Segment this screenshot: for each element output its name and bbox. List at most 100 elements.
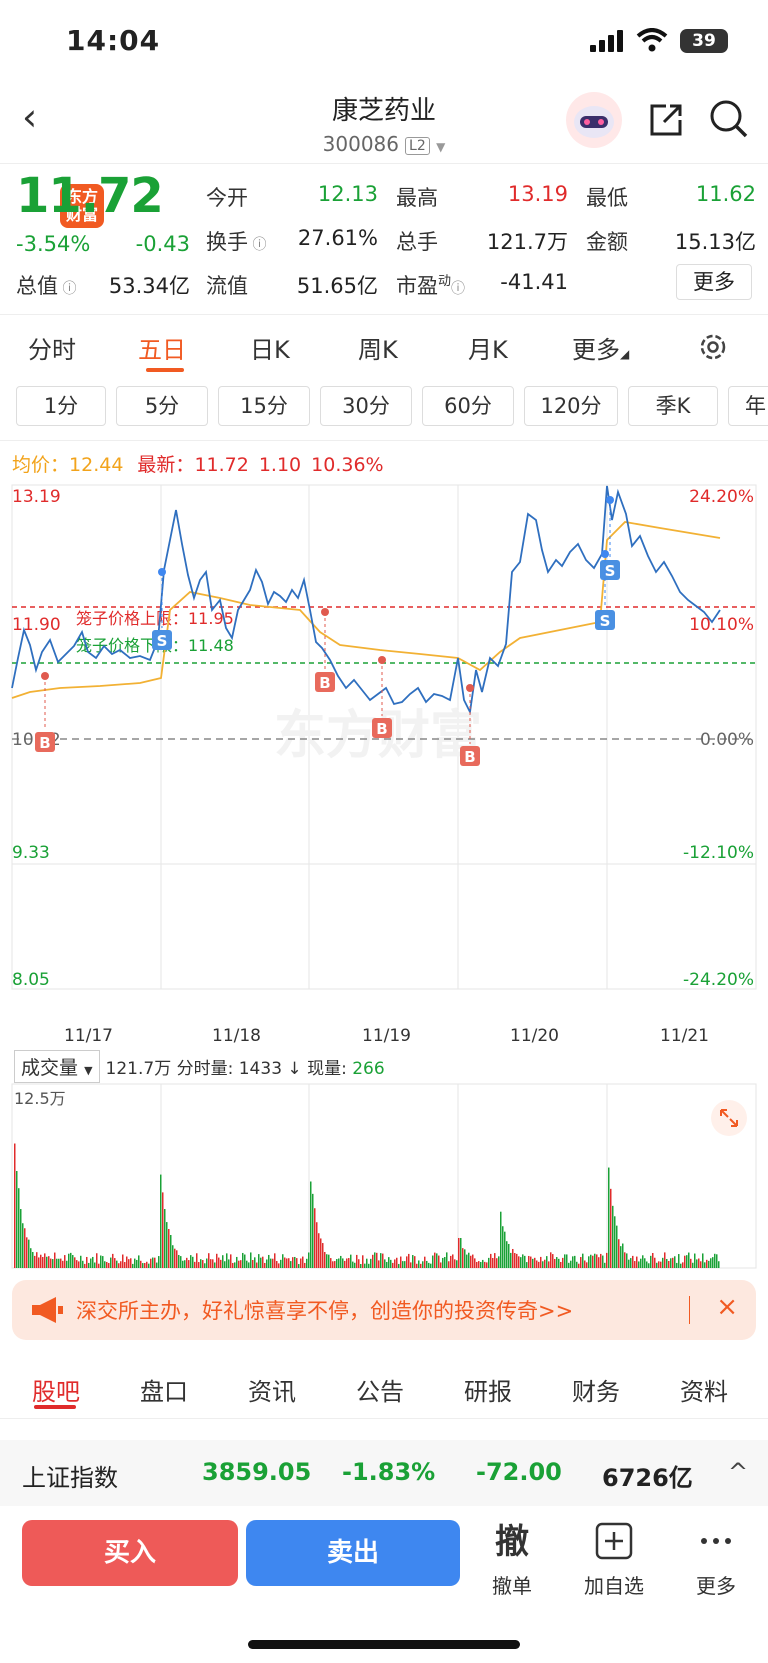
info-icon[interactable]: ⓘ [58,281,76,297]
volume-bar [296,1258,298,1268]
more-actions-button[interactable]: 更多 [676,1522,756,1599]
tab-guba[interactable]: 股吧 [32,1372,80,1407]
index-percent: -1.83% [342,1458,436,1486]
volume-bar [488,1257,490,1268]
more-quote-button[interactable]: 更多 [676,264,752,300]
volume-chart[interactable]: 12.5万 [0,1082,768,1270]
volume-gridlines [160,1084,608,1268]
volume-bar [414,1256,416,1268]
volume-bar [30,1248,32,1268]
close-icon[interactable]: × [716,1292,738,1322]
volume-bar [624,1252,626,1268]
info-icon[interactable]: ⓘ [248,237,266,253]
tab-weekly-k[interactable]: 周K [358,330,398,365]
volume-bar [510,1252,512,1268]
volume-bar [388,1257,390,1268]
volume-bar [406,1256,408,1268]
volume-bar [326,1254,328,1268]
market-cap-value: 53.34亿 [108,274,190,298]
tab-announcements[interactable]: 公告 [356,1372,404,1407]
volume-bar [54,1252,56,1268]
buy-button[interactable]: 买入 [22,1520,238,1586]
volume-bar [244,1254,246,1268]
volume-bar [92,1256,94,1268]
add-watchlist-button[interactable]: 加自选 [574,1522,654,1599]
float-cap-value: 51.65亿 [296,274,378,298]
volume-bar [356,1254,358,1268]
five-day-price-chart[interactable]: 东方财富 笼子价格上限：11.95 笼子价格下限：11.48 13.19 11.… [0,480,768,1020]
volume-bar [556,1257,558,1268]
volume-bar [494,1253,496,1268]
volume-bar [392,1262,394,1268]
volume-bar [642,1255,644,1268]
volume-bar [210,1259,212,1268]
volume-bar [330,1258,332,1268]
interval-5min[interactable]: 5分 [116,386,208,426]
tab-more[interactable]: 更多◢ [572,330,629,365]
volume-bar [322,1243,324,1268]
volume-bar [200,1259,202,1268]
volume-bar [524,1255,526,1268]
volume-bar [464,1249,466,1268]
volume-bar [648,1263,650,1268]
tab-finance[interactable]: 财务 [572,1372,620,1407]
info-icon[interactable]: ⓘ [451,281,465,297]
pe-superscript: 动 [438,274,452,289]
market-cap-label-text: 总值 [16,274,58,298]
interval-60min[interactable]: 60分 [422,386,514,426]
tab-news[interactable]: 资讯 [248,1372,296,1407]
volume-bar [148,1263,150,1268]
volume-bar [28,1239,30,1268]
more-actions-label: 更多 [696,1574,736,1598]
tab-intraday[interactable]: 分时 [28,330,76,365]
interval-year-k[interactable]: 年 [728,386,768,426]
volume-bar [212,1259,214,1268]
volume-bar [478,1261,480,1268]
volume-bar [276,1261,278,1268]
interval-15min[interactable]: 15分 [218,386,310,426]
tab-five-day[interactable]: 五日 [138,330,186,365]
volume-bar [640,1258,642,1268]
volume-bar [566,1254,568,1268]
volume-bar [202,1260,204,1268]
promo-banner[interactable]: 深交所主办，好礼惊喜享不停，创造你的投资传奇>> × [12,1280,756,1340]
volume-bar [74,1257,76,1268]
status-time: 14:04 [66,24,161,57]
volume-frame [11,1083,757,1269]
volume-bar [336,1259,338,1268]
index-ticker[interactable]: 上证指数 3859.05 -1.83% -72.00 6726亿 ^ [0,1440,768,1506]
divider [0,1418,768,1419]
volume-bar [64,1255,66,1268]
sell-button[interactable]: 卖出 [246,1520,460,1586]
volume-bar [292,1257,294,1268]
interval-30min[interactable]: 30分 [320,386,412,426]
volume-bar [164,1209,166,1268]
volume-bar [144,1263,146,1268]
tab-profile[interactable]: 资料 [680,1372,728,1407]
volume-bar [604,1262,606,1268]
volume-bar [644,1258,646,1268]
volume-bar [114,1258,116,1268]
search-icon[interactable] [708,98,750,140]
volume-bar [590,1254,592,1268]
volume-bar [358,1259,360,1268]
volume-bar [106,1261,108,1268]
interval-1min[interactable]: 1分 [16,386,106,426]
cancel-order-button[interactable]: 撤 撤单 [472,1522,552,1599]
volume-bar [674,1256,676,1268]
volume-bar [452,1254,454,1268]
volume-bar [178,1254,180,1268]
share-icon[interactable] [646,100,686,140]
tab-order-book[interactable]: 盘口 [140,1372,188,1407]
volume-bar [138,1255,140,1268]
interval-quarter-k[interactable]: 季K [628,386,718,426]
chevron-up-icon[interactable]: ^ [728,1458,748,1486]
volume-bar [622,1243,624,1268]
tab-research[interactable]: 研报 [464,1372,512,1407]
volume-selector[interactable]: 成交量 ▼ [14,1050,100,1083]
assistant-robot-icon[interactable] [566,92,622,148]
settings-gear-icon[interactable] [696,330,730,364]
tab-monthly-k[interactable]: 月K [468,330,508,365]
tab-daily-k[interactable]: 日K [250,330,290,365]
interval-120min[interactable]: 120分 [524,386,618,426]
